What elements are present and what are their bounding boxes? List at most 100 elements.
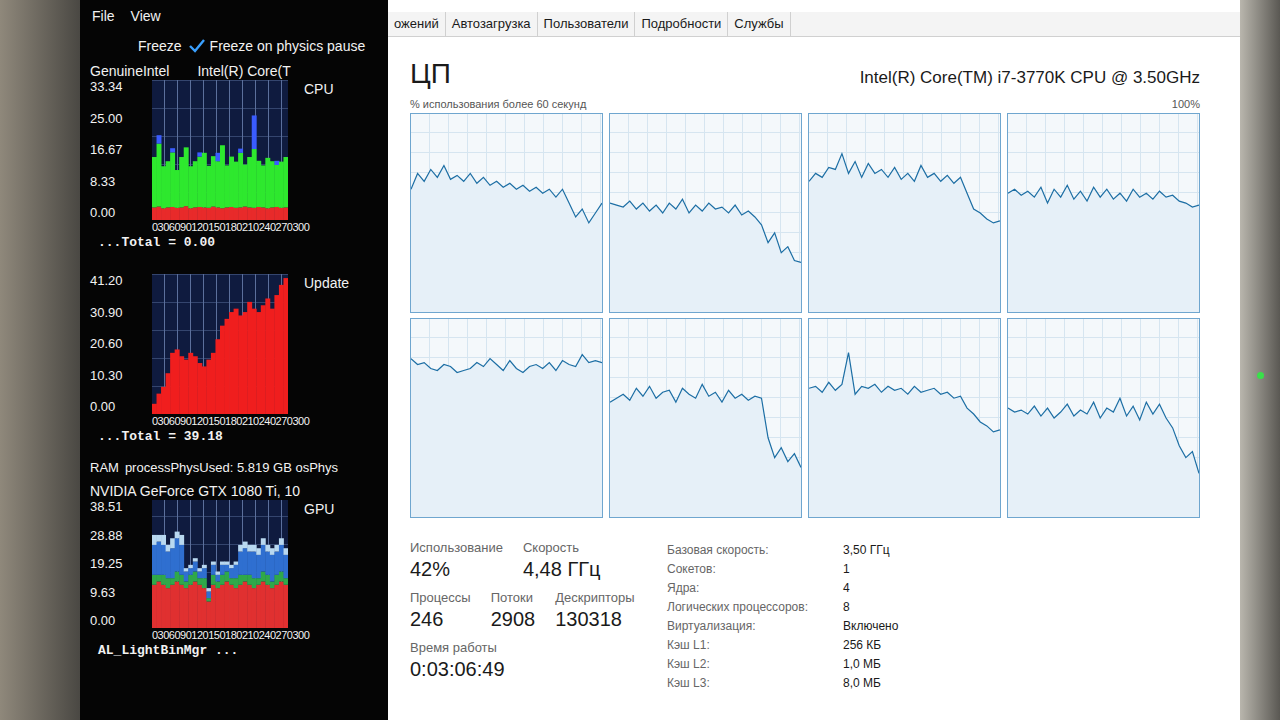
core-graph <box>808 318 1001 518</box>
bar <box>247 552 252 575</box>
core-area <box>1008 398 1199 517</box>
bar <box>225 165 230 166</box>
bar <box>211 207 216 220</box>
core-line <box>610 114 801 312</box>
gpu-device: NVIDIA GeForce GTX 1080 Ti, 10 <box>90 482 300 500</box>
y-tick: 33.34 <box>90 80 152 94</box>
bar <box>270 588 275 628</box>
bar <box>234 161 239 162</box>
bar <box>188 565 193 568</box>
bar <box>243 542 248 549</box>
checkbox[interactable] <box>116 38 134 54</box>
bar <box>256 548 261 555</box>
bar <box>184 568 189 571</box>
y-axis: 33.3425.0016.678.330.00 <box>90 80 152 220</box>
bar <box>243 165 248 207</box>
bar <box>243 575 248 582</box>
panel-header: ЦПIntel(R) Core(TM) i7-3770K CPU @ 3.50G… <box>410 57 1200 91</box>
tab[interactable]: Подробности <box>635 12 728 36</box>
y-tick: 0.00 <box>90 614 152 628</box>
bar <box>229 156 234 157</box>
freeze-option[interactable]: Freeze on physics pause <box>188 38 366 54</box>
bar <box>202 578 207 588</box>
plot-area <box>152 500 288 628</box>
bar <box>261 165 266 207</box>
stat-label: Использование <box>410 540 503 556</box>
bar <box>175 349 180 414</box>
menu-item[interactable]: View <box>131 8 161 26</box>
stacked-bars <box>152 80 288 220</box>
checkbox[interactable] <box>188 38 206 54</box>
bar <box>265 208 270 220</box>
chart-row: 38.5128.8819.259.630.00GPU <box>90 500 388 628</box>
bar <box>211 575 216 585</box>
bar <box>270 207 275 220</box>
bar <box>238 207 243 220</box>
bar <box>283 207 288 220</box>
tab[interactable]: Службы <box>728 12 790 36</box>
bar <box>247 207 252 220</box>
spec-value: Включено <box>843 619 898 633</box>
bar <box>188 585 193 628</box>
freeze-option[interactable]: Freeze <box>116 38 182 54</box>
bar <box>243 207 248 220</box>
spec-value: 4 <box>843 581 898 595</box>
bar <box>166 373 171 414</box>
menu-bar: File View <box>80 0 388 30</box>
bar <box>157 144 162 207</box>
bar <box>265 158 270 208</box>
power-led-icon <box>1257 372 1264 379</box>
bar <box>184 206 189 220</box>
chart-label: CPU <box>288 80 334 220</box>
bar <box>166 545 171 552</box>
bar <box>152 157 157 207</box>
bar <box>265 298 270 414</box>
bar <box>279 161 284 162</box>
bar <box>202 568 207 578</box>
core-usage-line <box>610 384 801 467</box>
menu-item[interactable]: File <box>92 8 115 26</box>
bar <box>256 161 261 207</box>
bar <box>215 153 220 161</box>
stat-label: Дескрипторы <box>555 590 634 606</box>
core-area <box>809 353 1000 517</box>
bar <box>261 571 266 581</box>
tab[interactable]: ожений <box>388 12 446 36</box>
core-graph <box>410 318 603 518</box>
bar <box>206 598 211 601</box>
y-tick: 16.67 <box>90 143 152 157</box>
y-tick: 0.00 <box>90 206 152 220</box>
bar <box>157 581 162 628</box>
core-usage-line <box>809 154 1000 223</box>
bar <box>161 535 166 545</box>
bar <box>193 562 198 572</box>
cpu-chart: GenuineIntelIntel(R) Core(T33.3425.0016.… <box>80 62 388 252</box>
bar <box>238 149 243 153</box>
bar <box>152 535 157 545</box>
bar <box>188 208 193 220</box>
bar <box>175 571 180 581</box>
stat: Использование42% <box>410 540 503 582</box>
stat: Время работы0:03:06:49 <box>410 640 505 682</box>
monitor-bezel <box>1240 0 1280 720</box>
bar <box>283 548 288 555</box>
bar <box>261 538 266 545</box>
bar <box>229 585 234 628</box>
bar <box>193 581 198 628</box>
bar <box>283 156 288 157</box>
bar <box>283 555 288 578</box>
stat: Процессы246 <box>410 590 471 632</box>
cpu-model: Intel(R) Core(T <box>197 62 290 80</box>
bar <box>175 208 180 220</box>
tab[interactable]: Пользователи <box>538 12 636 36</box>
bar <box>247 302 252 414</box>
monitor-bezel <box>0 0 80 720</box>
bar <box>256 312 261 414</box>
spec-label: Кэш L1: <box>667 638 843 652</box>
bar <box>243 548 248 575</box>
bar <box>166 161 171 162</box>
core-area <box>610 384 801 517</box>
bar <box>179 535 184 545</box>
ram-text: processPhysUsed: 5.819 GB osPhys <box>125 458 338 478</box>
tab[interactable]: Автозагрузка <box>446 12 538 36</box>
